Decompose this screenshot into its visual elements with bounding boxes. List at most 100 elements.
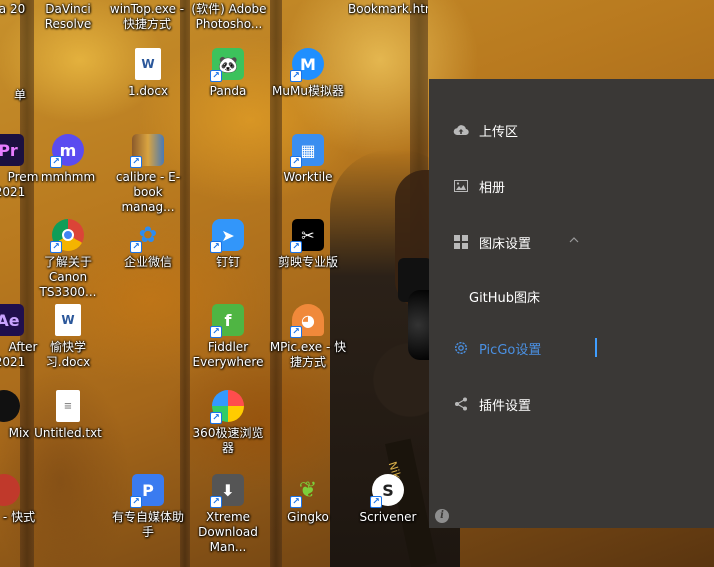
menu-item-plugins[interactable]: 插件设置: [429, 384, 714, 424]
menu-item-picgo-settings[interactable]: PicGo设置: [429, 328, 714, 368]
icon-label: Scrivener: [359, 510, 417, 524]
desktop-icon-worktile[interactable]: ▦ ↗ Worktile: [268, 134, 348, 185]
gear-icon: [453, 340, 469, 356]
shortcut-arrow-icon: ↗: [210, 496, 222, 508]
app-icon: [0, 474, 20, 506]
calibre-books-icon: ↗: [130, 134, 164, 168]
360-browser-icon: ↗: [210, 390, 244, 424]
shortcut-arrow-icon: ↗: [130, 241, 142, 253]
desktop-icon-panda[interactable]: 🐼 ↗ Panda: [188, 48, 268, 99]
submenu-item-github[interactable]: GitHub图床: [429, 276, 714, 316]
panda-icon: 🐼 ↗: [210, 48, 244, 82]
shortcut-arrow-icon: ↗: [290, 241, 302, 253]
shortcut-arrow-icon: ↗: [130, 496, 142, 508]
shortcut-arrow-icon: ↗: [290, 326, 302, 338]
icon-label: calibre - E-book manag...: [115, 170, 181, 214]
desktop-icon-calibre[interactable]: ↗ calibre - E-book manag...: [108, 134, 188, 215]
desktop-icon-xtreme[interactable]: ⬇ ↗ Xtreme Download Man...: [188, 474, 268, 555]
shortcut-arrow-icon: ↗: [290, 496, 302, 508]
capcut-icon: ✂ ↗: [290, 219, 324, 253]
desktop-icon-davinci[interactable]: DaVinci Resolve: [28, 2, 108, 32]
desktop-icon-bookmark[interactable]: Bookmark.html: [348, 2, 428, 17]
icon-label: - 快式: [2, 510, 36, 524]
mix-icon: [0, 390, 20, 422]
menu-item-label: 上传区: [479, 124, 519, 140]
desktop-icon-study-docx[interactable]: W 愉快学习.docx: [28, 304, 108, 370]
icon-label: Xtreme Download Man...: [198, 510, 258, 554]
menu-item-album[interactable]: 相册: [429, 166, 714, 206]
desktop-icon-mumu[interactable]: M ↗ MuMu模拟器: [268, 48, 348, 99]
desktop-icon-photoshop[interactable]: (软件) Adobe Photosho...: [189, 2, 269, 32]
icon-label: 企业微信: [123, 255, 172, 269]
desktop-icon-capcut[interactable]: ✂ ↗ 剪映专业版: [268, 219, 348, 270]
shortcut-arrow-icon: ↗: [50, 156, 62, 168]
icon-label: 单: [13, 88, 26, 102]
icon-label: Panda: [209, 84, 247, 98]
xtreme-download-icon: ⬇ ↗: [210, 474, 244, 508]
cloud-upload-icon: [453, 122, 469, 138]
picgo-sidebar-panel: 上传区 相册 图床设置 GitHub图床 PicGo设置 插件设置 i: [429, 79, 714, 528]
menu-item-upload[interactable]: 上传区: [429, 110, 714, 150]
icon-label: Untitled.txt: [34, 426, 102, 440]
desktop-icon-media-assistant[interactable]: P ↗ 有专自媒体助手: [108, 474, 188, 540]
share-icon: [453, 396, 469, 412]
info-icon[interactable]: i: [435, 509, 449, 523]
menu-item-picbed-settings[interactable]: 图床设置: [429, 222, 714, 262]
desktop-icon-mpic[interactable]: ◕ ↗ MPic.exe - 快捷方式: [268, 304, 348, 370]
icon-label: 愉快学习.docx: [45, 340, 91, 369]
desktop-icon-dingtalk[interactable]: ➤ ↗ 钉钉: [188, 219, 268, 270]
shortcut-arrow-icon: ↗: [290, 156, 302, 168]
app-icon: [0, 52, 22, 84]
menu-item-label: 图床设置: [479, 236, 532, 252]
active-indicator: [595, 338, 597, 357]
desktop-icon-scrivener[interactable]: S ↗ Scrivener: [348, 474, 428, 525]
desktop-icon-chrome-canon[interactable]: ↗ 了解关于 Canon TS3300...: [28, 219, 108, 300]
menu-item-label: 相册: [479, 180, 506, 196]
chevron-up-icon[interactable]: [569, 235, 579, 246]
icon-label: Mix: [8, 426, 30, 440]
icon-label: 360极速浏览器: [192, 426, 264, 455]
shortcut-arrow-icon: ↗: [210, 326, 222, 338]
scrivener-icon: S ↗: [370, 474, 404, 508]
desktop-icon-shortcut-left[interactable]: - 快式: [0, 474, 46, 525]
grid-menu-icon: [453, 234, 469, 250]
icon-label: 有专自媒体助手: [111, 510, 184, 539]
desktop-icon-360browser[interactable]: ↗ 360极速浏览器: [188, 390, 268, 456]
menu-item-label: GitHub图床: [469, 290, 541, 306]
media-assistant-icon: P ↗: [130, 474, 164, 508]
fiddler-icon: f ↗: [210, 304, 244, 338]
desktop-icon-wintop[interactable]: winTop.exe - 快捷方式: [107, 2, 187, 32]
shortcut-arrow-icon: ↗: [210, 412, 222, 424]
desktop-icon-gingko[interactable]: ❦ ↗ Gingko: [268, 474, 348, 525]
gingko-leaf-icon: ❦ ↗: [290, 474, 324, 508]
shortcut-arrow-icon: ↗: [370, 496, 382, 508]
desktop-icon-wecom[interactable]: ✿ ↗ 企业微信: [108, 219, 188, 270]
icon-label: 钉钉: [215, 255, 240, 269]
desktop-icon-1docx[interactable]: W 1.docx: [108, 48, 188, 99]
mumu-emulator-icon: M ↗: [290, 48, 324, 82]
icon-label: 剪映专业版: [277, 255, 338, 269]
menu-item-label: 插件设置: [479, 398, 532, 414]
desktop-icon-untitled[interactable]: ≡ Untitled.txt: [28, 390, 108, 441]
icon-label: MuMu模拟器: [272, 84, 344, 98]
shortcut-arrow-icon: ↗: [210, 70, 222, 82]
icon-label: 1.docx: [127, 84, 169, 98]
icon-label: mmhmm: [40, 170, 96, 184]
desktop-icon-menu[interactable]: 单: [0, 52, 46, 103]
desktop-icon-mmhmm[interactable]: m ↗ mmhmm: [28, 134, 108, 185]
menu-item-label: PicGo设置: [479, 342, 542, 358]
dingtalk-icon: ➤ ↗: [210, 219, 244, 253]
icon-label: MPic.exe - 快捷方式: [269, 340, 347, 369]
mpic-icon: ◕ ↗: [290, 304, 324, 338]
icon-label: winTop.exe - 快捷方式: [109, 2, 185, 31]
picture-icon: [453, 178, 469, 194]
icon-label: DaVinci Resolve: [44, 2, 92, 31]
after-effects-icon: Ae: [0, 304, 24, 336]
premiere-icon: Pr: [0, 134, 24, 166]
shortcut-arrow-icon: ↗: [50, 241, 62, 253]
mmhmm-icon: m ↗: [50, 134, 84, 168]
wecom-icon: ✿ ↗: [130, 219, 164, 253]
icon-label: Gingko: [287, 510, 329, 524]
desktop-icon-fiddler[interactable]: f ↗ Fiddler Everywhere: [188, 304, 268, 370]
worktile-icon: ▦ ↗: [290, 134, 324, 168]
